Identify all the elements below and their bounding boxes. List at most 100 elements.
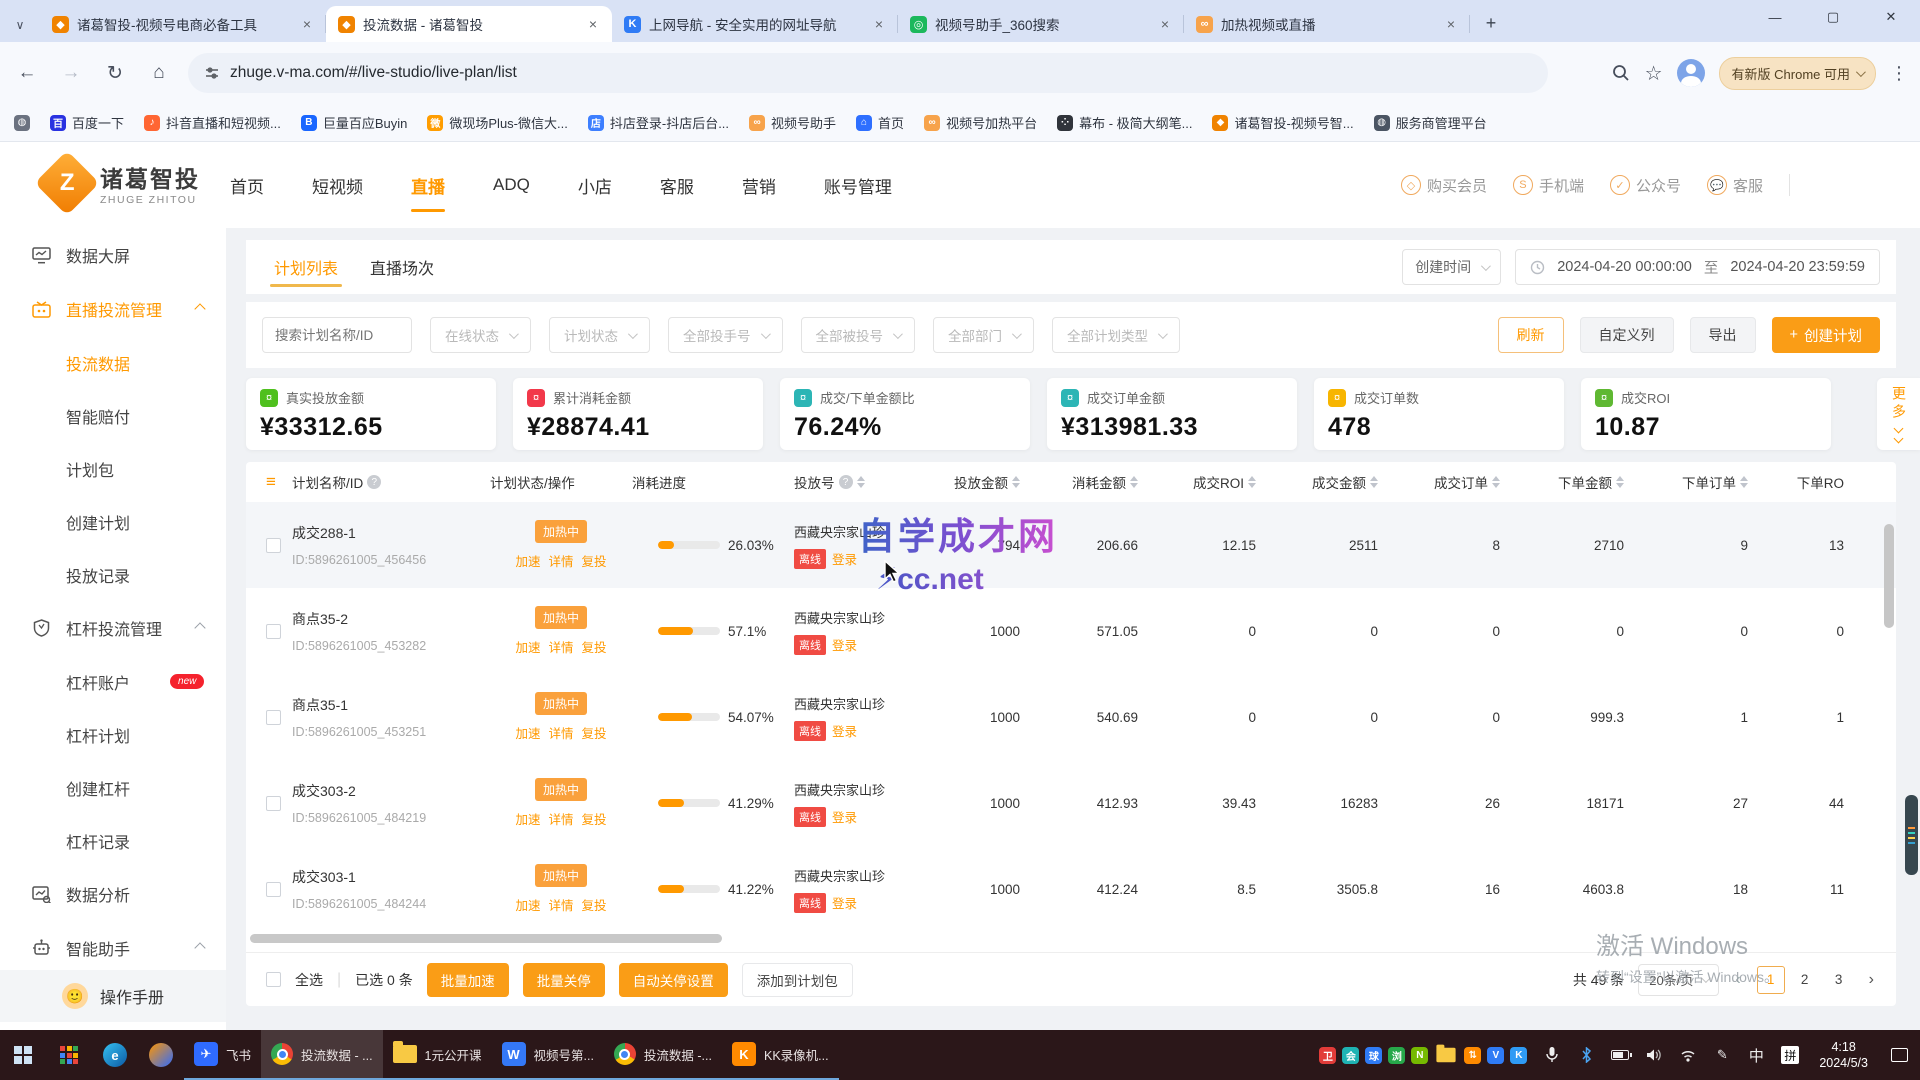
taskbar-button-2[interactable]: 投流数据 - ... (261, 1030, 383, 1080)
header-link-4[interactable]: 💬客服 (1707, 175, 1763, 196)
time-field-select[interactable]: 创建时间 (1402, 249, 1501, 285)
window-close-button[interactable]: ✕ (1862, 0, 1920, 34)
nav-item-2[interactable]: 短视频 (310, 143, 365, 228)
row-action-复投[interactable]: 复投 (582, 809, 607, 828)
tray-app-icon-4[interactable]: 浏 (1388, 1047, 1405, 1064)
bookmark-item[interactable]: B巨量百应Buyin (301, 113, 408, 132)
sidebar-item-投放记录[interactable]: 投放记录 (0, 548, 226, 601)
login-link[interactable]: 登录 (832, 721, 857, 740)
browser-tab[interactable]: ∞加热视频或直播× (1184, 6, 1470, 42)
col-header-9[interactable]: 成交订单 (1404, 472, 1526, 492)
search-input[interactable] (262, 317, 412, 353)
nav-item-5[interactable]: 小店 (576, 143, 614, 228)
sidebar-item-直播投流管理[interactable]: 直播投流管理 (0, 282, 226, 336)
bookmark-item[interactable]: ∞视频号助手 (749, 113, 836, 132)
tab-search-chevron-icon[interactable]: ∨ (0, 8, 40, 42)
sidebar-item-智能赔付[interactable]: 智能赔付 (0, 389, 226, 442)
content-tab-2[interactable]: 直播场次 (366, 239, 438, 295)
col-header-5[interactable]: 投放金额 (942, 472, 1046, 492)
tab-close-icon[interactable]: × (1156, 16, 1174, 32)
sidebar-manual-button[interactable]: 🙂 操作手册 (0, 970, 226, 1022)
row-action-详情[interactable]: 详情 (548, 551, 573, 570)
bookmark-item[interactable]: ♪抖音直播和短视频... (144, 113, 281, 132)
profile-avatar[interactable] (1677, 59, 1705, 87)
filter-select-1[interactable]: 在线状态 (430, 317, 531, 353)
date-end[interactable]: 2024-04-20 23:59:59 (1730, 259, 1865, 275)
ime-pinyin-indicator[interactable]: 拼 (1775, 1030, 1805, 1080)
login-link[interactable]: 登录 (832, 635, 857, 654)
bookmark-item[interactable]: ◆诸葛智投-视频号智... (1212, 113, 1353, 132)
tab-close-icon[interactable]: × (1442, 16, 1460, 32)
tab-close-icon[interactable]: × (584, 16, 602, 32)
table-settings-icon[interactable]: ≡ (246, 472, 292, 492)
export-button[interactable]: 导出 (1690, 317, 1756, 353)
nav-item-3[interactable]: 直播 (409, 143, 447, 228)
battery-icon[interactable] (1605, 1030, 1635, 1080)
tray-app-icon-3[interactable]: 球 (1365, 1047, 1382, 1064)
search-icon[interactable] (1611, 63, 1631, 83)
col-header-6[interactable]: 消耗金额 (1046, 472, 1164, 492)
create-plan-button[interactable]: +创建计划 (1772, 317, 1880, 353)
browser-tab[interactable]: ◆投流数据 - 诸葛智投× (326, 6, 612, 42)
prev-page-icon[interactable]: ‹ (1733, 971, 1742, 989)
bookmark-item[interactable]: ◍服务商管理平台 (1374, 113, 1487, 132)
address-bar[interactable]: zhuge.v-ma.com/#/live-studio/live-plan/l… (188, 53, 1548, 93)
sidebar-item-投流数据[interactable]: 投流数据 (0, 336, 226, 389)
stats-more-button[interactable]: 更多 (1877, 378, 1920, 450)
bookmark-item[interactable]: 店抖店登录-抖店后台... (588, 113, 729, 132)
row-action-详情[interactable]: 详情 (548, 895, 573, 914)
nav-item-6[interactable]: 客服 (658, 143, 696, 228)
col-header-1[interactable]: 计划名称/ID? (292, 472, 490, 492)
content-tab-1[interactable]: 计划列表 (270, 239, 342, 295)
window-maximize-button[interactable]: ▢ (1804, 0, 1862, 34)
row-checkbox[interactable] (266, 882, 281, 897)
row-checkbox[interactable] (266, 538, 281, 553)
refresh-button[interactable]: 刷新 (1498, 317, 1564, 353)
ime-language-indicator[interactable]: 中 (1741, 1030, 1771, 1080)
tab-close-icon[interactable]: × (298, 16, 316, 32)
bluetooth-icon[interactable] (1571, 1030, 1601, 1080)
nav-item-1[interactable]: 首页 (228, 143, 266, 228)
help-icon[interactable]: ? (839, 475, 853, 489)
sort-icon[interactable] (1248, 476, 1256, 488)
col-header-10[interactable]: 下单金额 (1526, 472, 1650, 492)
home-icon[interactable]: ⌂ (142, 56, 176, 90)
tray-app-icon-9[interactable]: K (1510, 1047, 1527, 1064)
row-action-详情[interactable]: 详情 (548, 723, 573, 742)
sort-icon[interactable] (1370, 476, 1378, 488)
col-header-2[interactable]: 计划状态/操作 (490, 472, 632, 492)
network-icon[interactable] (1673, 1030, 1703, 1080)
customize-columns-button[interactable]: 自定义列 (1580, 317, 1674, 353)
row-checkbox[interactable] (266, 624, 281, 639)
mic-icon[interactable] (1537, 1030, 1567, 1080)
bookmark-item[interactable]: ⌂首页 (856, 113, 904, 132)
reload-icon[interactable]: ↻ (98, 56, 132, 90)
col-header-8[interactable]: 成交金额 (1282, 472, 1404, 492)
col-header-12[interactable]: 下单RO (1774, 472, 1870, 492)
page-button-2[interactable]: 2 (1791, 966, 1819, 994)
tray-app-icon-5[interactable]: N (1411, 1047, 1428, 1064)
col-header-11[interactable]: 下单订单 (1650, 472, 1774, 492)
next-page-icon[interactable]: › (1867, 971, 1876, 989)
forward-icon[interactable]: → (54, 56, 88, 90)
browser-icon[interactable] (138, 1030, 184, 1080)
date-start[interactable]: 2024-04-20 00:00:00 (1557, 259, 1692, 275)
row-action-详情[interactable]: 详情 (548, 637, 573, 656)
sort-icon[interactable] (1740, 476, 1748, 488)
bookmark-item[interactable]: ⁘幕布 - 极简大纲笔... (1057, 113, 1192, 132)
sort-icon[interactable] (1616, 476, 1624, 488)
row-action-加速[interactable]: 加速 (515, 723, 540, 742)
auto-stop-settings-button[interactable]: 自动关停设置 (619, 963, 728, 997)
row-checkbox[interactable] (266, 796, 281, 811)
new-tab-button[interactable]: + (1476, 8, 1506, 38)
filter-select-3[interactable]: 全部投手号 (668, 317, 783, 353)
edge-icon[interactable]: e (92, 1030, 138, 1080)
action-center-icon[interactable] (1882, 1030, 1916, 1080)
sort-icon[interactable] (1012, 476, 1020, 488)
browser-tab[interactable]: ◆诸葛智投-视频号电商必备工具× (40, 6, 326, 42)
tab-close-icon[interactable]: × (870, 16, 888, 32)
chrome-update-button[interactable]: 有新版 Chrome 可用 (1719, 57, 1876, 90)
browser-menu-icon[interactable]: ⋮ (1890, 63, 1908, 84)
col-header-7[interactable]: 成交ROI (1164, 472, 1282, 492)
sidebar-item-智能助手[interactable]: 智能助手 (0, 921, 226, 975)
